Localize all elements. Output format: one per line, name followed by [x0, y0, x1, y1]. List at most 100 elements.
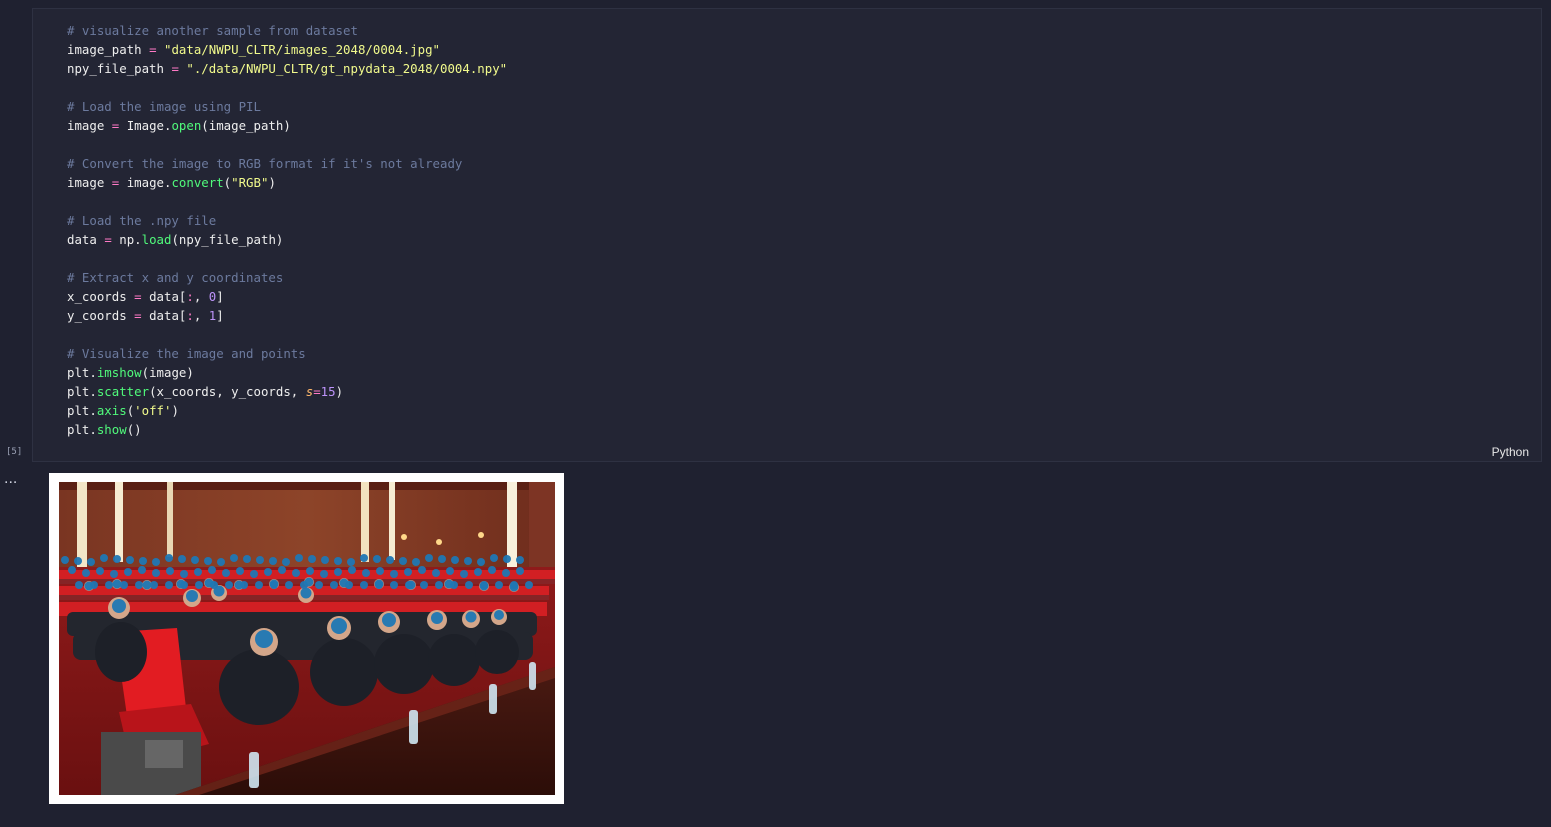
scatter-marker [431, 612, 443, 624]
scatter-marker [390, 570, 398, 578]
scatter-marker [269, 579, 279, 589]
scatter-marker [230, 554, 238, 562]
code-editor[interactable]: # visualize another sample from dataset i… [67, 21, 507, 439]
code-token: ] [216, 308, 224, 323]
scatter-marker [404, 568, 412, 576]
code-line: plt.show() [67, 420, 507, 439]
code-token: = [171, 61, 179, 76]
scatter-marker [516, 556, 524, 564]
scatter-marker [479, 581, 489, 591]
code-token: , [193, 289, 209, 304]
scatter-marker [330, 581, 338, 589]
scatter-marker [495, 581, 503, 589]
code-line: plt.axis('off') [67, 401, 507, 420]
code-line: plt.scatter(x_coords, y_coords, s=15) [67, 382, 507, 401]
code-token: # Load the image using PIL [67, 99, 261, 114]
scatter-marker [195, 581, 203, 589]
scatter-marker [112, 579, 122, 589]
code-token: plt. [67, 403, 97, 418]
scatter-marker [222, 569, 230, 577]
crowd-photo [59, 482, 555, 795]
scatter-marker [112, 599, 126, 613]
scatter-marker [100, 554, 108, 562]
scatter-marker [321, 556, 329, 564]
scatter-marker [444, 579, 454, 589]
scatter-marker [432, 569, 440, 577]
code-token: = [149, 42, 157, 57]
scatter-marker [418, 566, 426, 574]
scatter-marker [204, 557, 212, 565]
code-token: (image) [141, 365, 194, 380]
scatter-marker [438, 555, 446, 563]
scatter-marker [126, 556, 134, 564]
code-token: image [67, 175, 112, 190]
code-line: data = np.load(npy_file_path) [67, 230, 507, 249]
scatter-marker [503, 555, 511, 563]
scatter-marker [306, 567, 314, 575]
code-token: # Convert the image to RGB format if it'… [67, 156, 463, 171]
code-token: data[ [141, 289, 187, 304]
code-token: load [141, 232, 172, 247]
scatter-marker [204, 578, 214, 588]
scatter-marker [105, 581, 113, 589]
scatter-marker [255, 581, 263, 589]
code-token: image [67, 118, 112, 133]
code-line: plt.imshow(image) [67, 363, 507, 382]
code-line: # Visualize the image and points [67, 344, 507, 363]
scatter-marker [420, 581, 428, 589]
code-token: ) [335, 384, 344, 399]
scatter-marker [490, 554, 498, 562]
scatter-marker [87, 558, 95, 566]
code-token: data [67, 232, 105, 247]
scatter-marker [376, 567, 384, 575]
code-line: # Load the image using PIL [67, 97, 507, 116]
scatter-marker [360, 581, 368, 589]
code-token: = [104, 232, 112, 247]
scatter-marker [334, 557, 342, 565]
scatter-marker [374, 579, 384, 589]
scatter-marker [165, 554, 173, 562]
code-line: npy_file_path = "./data/NWPU_CLTR/gt_npy… [67, 59, 507, 78]
scatter-marker [282, 558, 290, 566]
scatter-marker [362, 569, 370, 577]
code-token: "data/NWPU_CLTR/images_2048/0004.jpg" [164, 42, 441, 57]
scatter-marker [255, 630, 273, 648]
scatter-marker [347, 558, 355, 566]
code-token: , [193, 308, 209, 323]
code-token: convert [171, 175, 224, 190]
scatter-marker [525, 581, 533, 589]
scatter-marker [435, 581, 443, 589]
code-token: # Extract x and y coordinates [67, 270, 284, 285]
cell-language-label[interactable]: Python [1492, 445, 1529, 459]
notebook: # visualize another sample from dataset i… [0, 0, 1551, 827]
scatter-marker [135, 581, 143, 589]
code-token: open [171, 118, 202, 133]
code-token: data[ [141, 308, 187, 323]
scatter-marker [180, 570, 188, 578]
output-actions-icon[interactable]: ... [4, 470, 17, 488]
scatter-marker [425, 554, 433, 562]
scatter-marker [269, 557, 277, 565]
code-token: y_coords [67, 308, 135, 323]
output-figure [49, 473, 564, 804]
scatter-marker [386, 556, 394, 564]
code-cell[interactable]: # visualize another sample from dataset i… [32, 8, 1542, 462]
scatter-marker [264, 568, 272, 576]
code-token: show [96, 422, 127, 437]
output-image [59, 482, 555, 795]
scatter-marker [250, 570, 258, 578]
scatter-marker [124, 568, 132, 576]
scatter-marker [320, 570, 328, 578]
scatter-marker [315, 581, 323, 589]
scatter-marker [339, 578, 349, 588]
scatter-marker [138, 566, 146, 574]
scatter-marker [360, 554, 368, 562]
code-token: (npy_file_path) [171, 232, 284, 247]
scatter-marker [96, 567, 104, 575]
scatter-marker [139, 557, 147, 565]
scatter-marker [451, 556, 459, 564]
scatter-marker [502, 569, 510, 577]
code-line: image_path = "data/NWPU_CLTR/images_2048… [67, 40, 507, 59]
code-line: image = image.convert("RGB") [67, 173, 507, 192]
